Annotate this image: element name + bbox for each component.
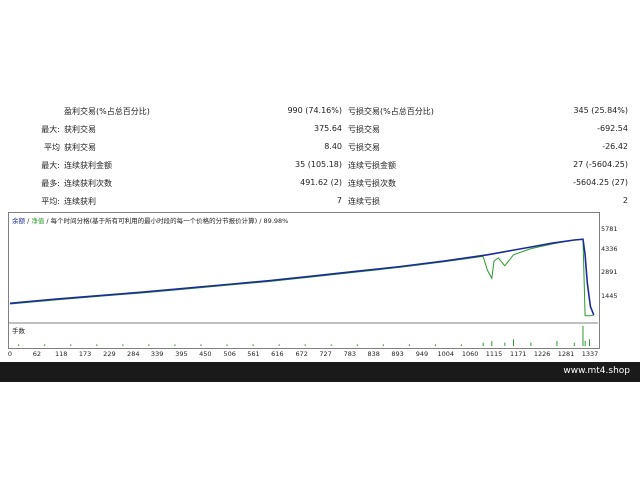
- y-tick-label: 5781: [601, 225, 618, 233]
- x-tick-label: 1004: [437, 350, 455, 358]
- balance-line: [9, 238, 595, 316]
- balance-equity-chart: [9, 238, 598, 346]
- x-tick-label: 0: [7, 350, 13, 358]
- x-tick-label: 506: [223, 350, 236, 358]
- x-tick-label: 727: [319, 350, 332, 358]
- x-tick-label: 118: [55, 350, 68, 358]
- x-tick-label: 1337: [581, 350, 599, 358]
- x-tick-label: 229: [103, 350, 116, 358]
- x-tick-label: 173: [78, 350, 92, 358]
- x-tick-label: 1060: [461, 350, 479, 358]
- x-tick-label: 1281: [557, 350, 575, 358]
- y-tick-label: 2891: [601, 268, 618, 276]
- x-tick-label: 561: [247, 350, 260, 358]
- footer-bar: www.mt4.shop: [0, 362, 640, 382]
- x-tick-label: 949: [415, 350, 429, 358]
- x-tick-label: 672: [295, 350, 308, 358]
- x-tick-label: 838: [367, 350, 380, 358]
- x-tick-label: 62: [32, 350, 42, 358]
- x-tick-label: 284: [127, 350, 140, 358]
- x-tick-label: 616: [271, 350, 284, 358]
- x-tick-label: 395: [175, 350, 188, 358]
- x-tick-label: 1115: [485, 350, 503, 358]
- x-tick-label: 783: [343, 350, 357, 358]
- x-tick-label: 339: [150, 350, 164, 358]
- y-tick-label: 4336: [601, 245, 618, 253]
- x-tick-label: 1171: [510, 350, 527, 358]
- x-tick-label: 893: [391, 350, 404, 358]
- y-tick-label: 1445: [601, 292, 618, 300]
- x-tick-label: 450: [199, 350, 212, 358]
- footer-site-link[interactable]: www.mt4.shop: [563, 366, 630, 376]
- x-tick-label: 1226: [533, 350, 551, 358]
